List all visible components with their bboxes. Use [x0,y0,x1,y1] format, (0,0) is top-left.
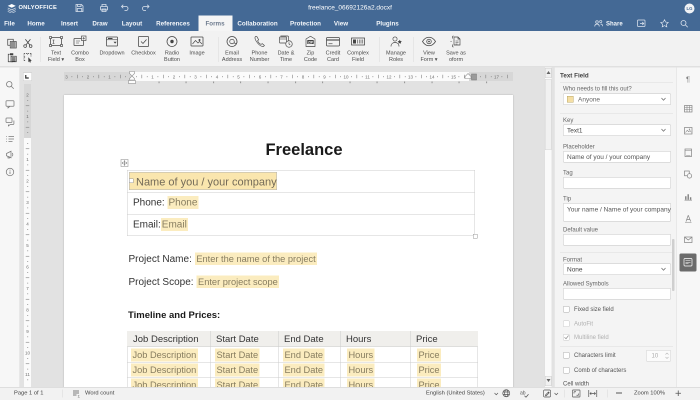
svg-text:13: 13 [408,74,414,79]
svg-text:14: 14 [429,74,435,79]
svg-text:11: 11 [25,372,30,377]
svg-text:12: 12 [386,74,392,79]
svg-text:ab: ab [520,391,526,397]
svg-text:10: 10 [343,74,349,79]
svg-text:123: 123 [78,394,81,397]
svg-text:15: 15 [451,74,457,79]
svg-text:10: 10 [25,351,31,356]
svg-text:11: 11 [365,74,370,79]
svg-text:17: 17 [494,74,500,79]
